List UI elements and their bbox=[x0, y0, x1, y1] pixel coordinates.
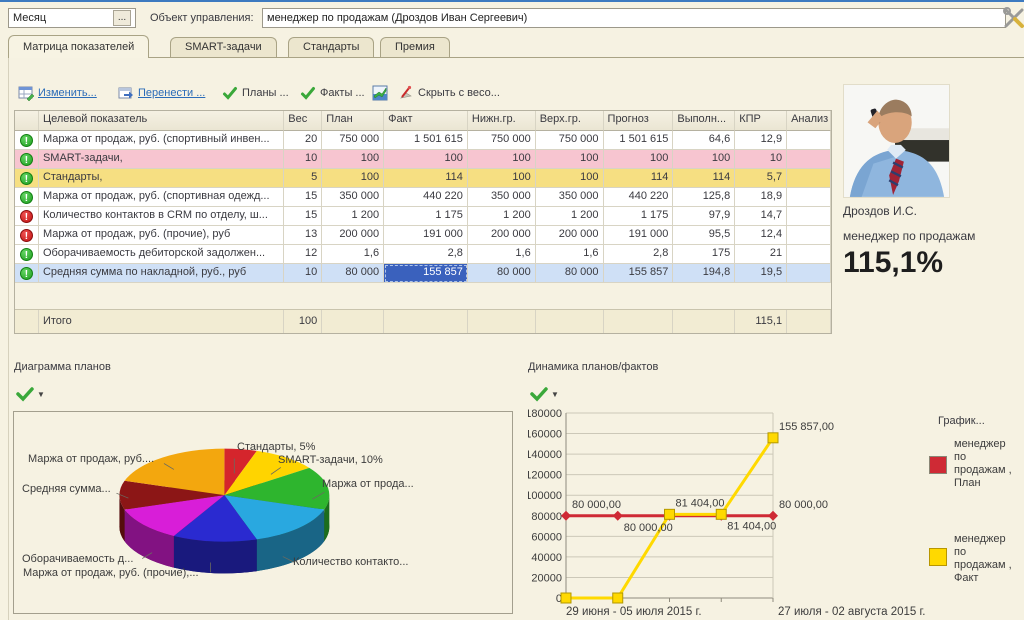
tab-smart[interactable]: SMART-задачи bbox=[170, 37, 277, 58]
object-value: менеджер по продажам (Дроздов Иван Серге… bbox=[267, 12, 528, 24]
settings-wrench-icon[interactable] bbox=[1002, 6, 1024, 30]
period-field[interactable]: Месяц ... bbox=[8, 8, 136, 28]
window-top-accent bbox=[0, 0, 1024, 2]
tab-premium[interactable]: Премия bbox=[380, 37, 450, 58]
tab-matrix[interactable]: Матрица показателей bbox=[8, 35, 150, 58]
object-label: Объект управления: bbox=[150, 12, 254, 24]
main-panel bbox=[8, 57, 1024, 620]
period-value: Месяц bbox=[13, 12, 47, 24]
tab-standards[interactable]: Стандарты bbox=[288, 37, 375, 58]
period-picker-button[interactable]: ... bbox=[113, 10, 131, 26]
object-field[interactable]: менеджер по продажам (Дроздов Иван Серге… bbox=[262, 8, 1006, 28]
